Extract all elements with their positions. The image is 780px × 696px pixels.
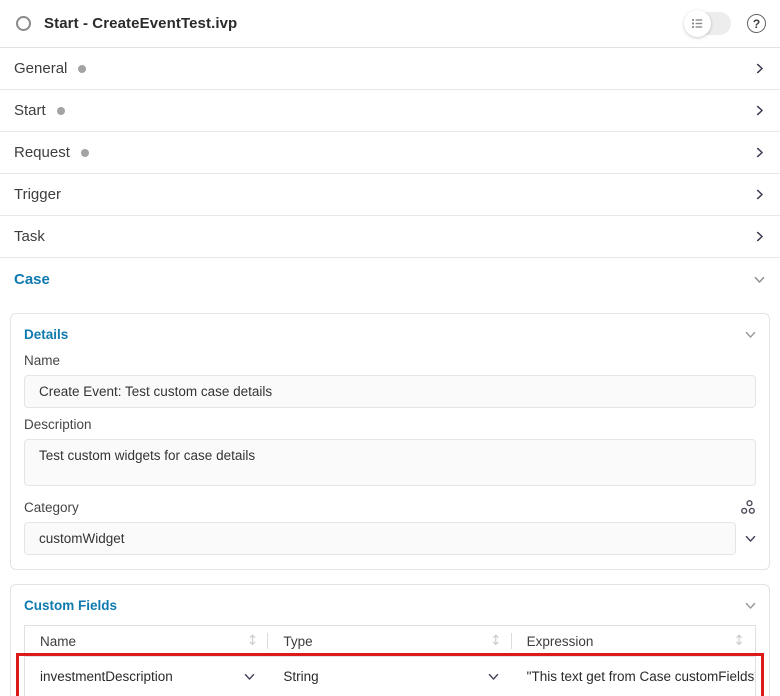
section-label: Trigger xyxy=(14,186,61,203)
section-request[interactable]: Request xyxy=(0,132,780,174)
panel-title: Start - CreateEventTest.ivp xyxy=(44,15,685,32)
start-event-icon xyxy=(16,16,31,31)
view-mode-toggle[interactable] xyxy=(685,12,731,35)
chevron-right-icon xyxy=(754,105,765,116)
panel-header: Start - CreateEventTest.ivp ? xyxy=(0,0,780,48)
toggle-knob[interactable] xyxy=(684,10,711,37)
description-input[interactable]: Test custom widgets for case details xyxy=(24,439,756,486)
chevron-down-icon xyxy=(754,274,765,285)
section-label: General xyxy=(14,60,67,77)
name-label: Name xyxy=(24,353,756,368)
column-header-name[interactable]: Name ↕ xyxy=(25,626,268,656)
custom-fields-card-title: Custom Fields xyxy=(24,598,117,613)
custom-fields-table: Name ↕ Type ↕ Expression ↕ i xyxy=(24,625,756,696)
custom-fields-card-header[interactable]: Custom Fields xyxy=(24,595,756,615)
section-label: Request xyxy=(14,144,70,161)
list-icon xyxy=(691,17,704,30)
sort-icon[interactable]: ↕ xyxy=(490,633,502,649)
sort-icon[interactable]: ↕ xyxy=(733,633,745,649)
cell-expression[interactable]: "This text get from Case customFields" xyxy=(512,657,755,696)
name-dropdown-chevron-icon[interactable] xyxy=(244,671,255,682)
case-section-content: Details Name Description Test custom wid… xyxy=(0,300,780,696)
cell-type[interactable]: String xyxy=(268,657,511,696)
section-label: Task xyxy=(14,228,45,245)
chevron-right-icon xyxy=(754,63,765,74)
description-label: Description xyxy=(24,417,756,432)
type-dropdown-chevron-icon[interactable] xyxy=(488,671,499,682)
column-header-expression[interactable]: Expression ↕ xyxy=(512,626,755,656)
dirty-dot xyxy=(78,65,86,73)
table-header-row: Name ↕ Type ↕ Expression ↕ xyxy=(25,626,755,656)
help-icon[interactable]: ? xyxy=(747,14,766,33)
collapse-chevron-icon[interactable] xyxy=(745,329,756,340)
collapse-chevron-icon[interactable] xyxy=(745,600,756,611)
table-row[interactable]: investmentDescription String "This text … xyxy=(25,656,755,696)
details-card-header[interactable]: Details xyxy=(24,324,756,344)
section-start[interactable]: Start xyxy=(0,90,780,132)
chevron-right-icon xyxy=(754,147,765,158)
section-case[interactable]: Case xyxy=(0,258,780,300)
section-trigger[interactable]: Trigger xyxy=(0,174,780,216)
chevron-right-icon xyxy=(754,231,765,242)
column-header-type[interactable]: Type ↕ xyxy=(268,626,511,656)
custom-fields-card: Custom Fields Name ↕ Type ↕ Expression ↕ xyxy=(10,584,770,696)
name-input[interactable] xyxy=(24,375,756,408)
category-label: Category xyxy=(24,500,79,515)
section-general[interactable]: General xyxy=(0,48,780,90)
section-task[interactable]: Task xyxy=(0,216,780,258)
section-label: Case xyxy=(14,271,50,288)
sort-icon[interactable]: ↕ xyxy=(247,633,259,649)
category-browser-icon[interactable] xyxy=(740,500,756,515)
section-label: Start xyxy=(14,102,46,119)
category-input[interactable] xyxy=(24,522,736,555)
category-dropdown-chevron-icon[interactable] xyxy=(745,533,756,544)
inscription-panel: Start - CreateEventTest.ivp ? General St… xyxy=(0,0,780,696)
details-card: Details Name Description Test custom wid… xyxy=(10,313,770,570)
dirty-dot xyxy=(81,149,89,157)
chevron-right-icon xyxy=(754,189,765,200)
details-card-title: Details xyxy=(24,327,68,342)
dirty-dot xyxy=(57,107,65,115)
table-row-wrapper: investmentDescription String "This text … xyxy=(25,656,755,696)
cell-name[interactable]: investmentDescription xyxy=(25,657,268,696)
